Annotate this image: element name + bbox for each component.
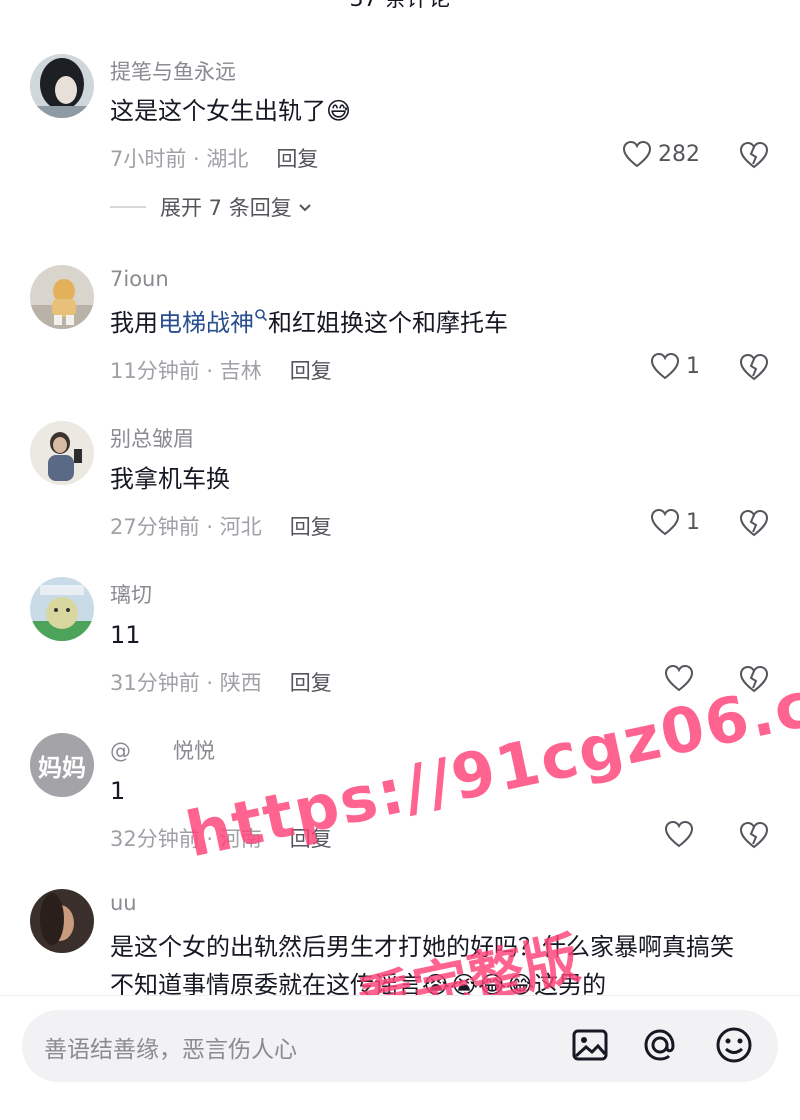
heart-outline-icon <box>664 820 694 848</box>
comment-time-location: 31分钟前 · 陕西 <box>110 671 262 695</box>
comment-text: 我用电梯战神 和红姐换这个和摩托车 <box>110 306 508 340</box>
reply-button[interactable]: 回复 <box>276 147 318 171</box>
comment-text: 11 <box>110 621 141 649</box>
comment-username[interactable]: uu <box>110 891 137 915</box>
avatar[interactable] <box>30 889 94 953</box>
comment-meta: 27分钟前 · 河北 回复 <box>110 511 332 541</box>
comment-input-placeholder: 善语结善缘，恶言伤人心 <box>44 1037 297 1063</box>
comment-meta: 11分钟前 · 吉林 回复 <box>110 355 332 385</box>
comment-text-part: 我用 <box>110 309 158 337</box>
like-button[interactable]: 1 <box>650 508 700 536</box>
broken-heart-icon <box>739 509 769 537</box>
heart-outline-icon <box>664 664 694 692</box>
like-count: 1 <box>686 353 700 379</box>
comment-time-location: 7小时前 · 湖北 <box>110 147 249 171</box>
avatar-text: 妈妈 <box>38 753 86 782</box>
avatar[interactable] <box>30 421 94 485</box>
like-button[interactable] <box>664 820 700 848</box>
divider <box>110 206 146 208</box>
comment-username[interactable]: @ 悦悦 <box>110 735 215 765</box>
image-icon[interactable] <box>570 1025 610 1065</box>
comment-text-body: 这是这个女生出轨了 <box>110 97 326 125</box>
mention-link[interactable]: 电梯战神 <box>158 309 268 337</box>
comment-username[interactable]: 7ioun <box>110 267 169 291</box>
like-count: 1 <box>686 509 700 535</box>
comment-input-bar: 善语结善缘，恶言伤人心 <box>0 995 800 1120</box>
grin-sweat-emoji-icon: 😅 <box>326 97 352 125</box>
reply-button[interactable]: 回复 <box>290 671 332 695</box>
avatar[interactable] <box>30 265 94 329</box>
expand-replies-label: 展开 7 条回复 <box>160 196 292 220</box>
comment-text: 这是这个女生出轨了😅 <box>110 94 351 128</box>
dislike-button[interactable] <box>738 140 770 174</box>
broken-heart-icon <box>739 141 769 169</box>
emoji-icon[interactable] <box>714 1025 754 1065</box>
comment-meta: 31分钟前 · 陕西 回复 <box>110 667 332 697</box>
broken-heart-icon <box>739 353 769 381</box>
like-button[interactable]: 282 <box>622 140 700 168</box>
comment-text: 我拿机车换 <box>110 465 230 493</box>
like-button[interactable] <box>664 664 700 692</box>
comment-username[interactable]: 别总皱眉 <box>110 423 194 453</box>
heart-outline-icon <box>650 352 680 380</box>
like-count: 282 <box>658 141 700 167</box>
heart-outline-icon <box>622 140 652 168</box>
at-icon[interactable] <box>640 1025 680 1065</box>
mention-text: 电梯战神 <box>158 309 254 337</box>
reply-button[interactable]: 回复 <box>290 515 332 539</box>
avatar[interactable] <box>30 54 94 118</box>
chevron-down-icon <box>299 204 311 212</box>
comment-text-part: 和红姐换这个和摩托车 <box>268 309 508 337</box>
heart-outline-icon <box>650 508 680 536</box>
like-button[interactable]: 1 <box>650 352 700 380</box>
comment-input[interactable]: 善语结善缘，恶言伤人心 <box>22 1010 778 1082</box>
comment-text: 1 <box>110 777 126 805</box>
expand-replies-button[interactable]: 展开 7 条回复 <box>110 192 314 222</box>
comment-time-location: 11分钟前 · 吉林 <box>110 359 262 383</box>
comment-meta: 7小时前 · 湖北 回复 <box>110 143 318 173</box>
dislike-button[interactable] <box>738 508 770 542</box>
reply-button[interactable]: 回复 <box>290 359 332 383</box>
comment-list: 提笔与鱼永远 这是这个女生出轨了😅 7小时前 · 湖北 回复 282 展开 7 条… <box>0 0 800 995</box>
avatar[interactable] <box>30 577 94 641</box>
dislike-button[interactable] <box>738 352 770 386</box>
broken-heart-icon <box>739 821 769 849</box>
search-icon <box>255 309 268 322</box>
comment-username[interactable]: 提笔与鱼永远 <box>110 56 236 86</box>
avatar[interactable]: 妈妈 <box>30 733 94 797</box>
comment-username[interactable]: 璃切 <box>110 579 152 609</box>
dislike-button[interactable] <box>738 820 770 854</box>
comment-time-location: 27分钟前 · 河北 <box>110 515 262 539</box>
